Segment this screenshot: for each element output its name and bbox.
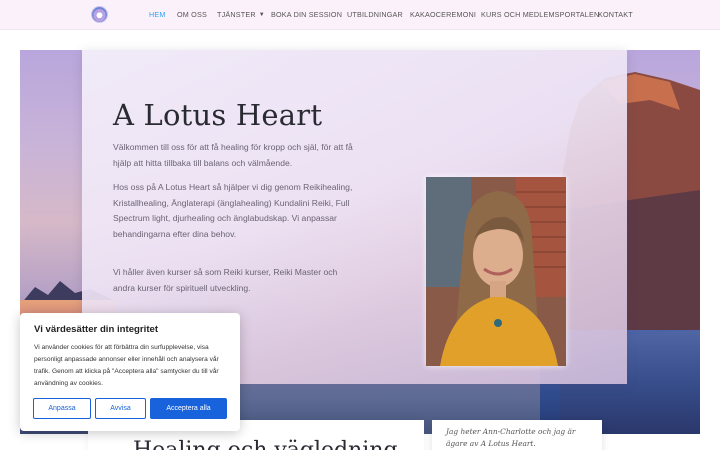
page-title: A Lotus Heart (113, 98, 323, 132)
nav-item-tjanster[interactable]: TJÄNSTER ▼ (217, 10, 265, 19)
intro-paragraph: Välkommen till oss för att få healing fö… (113, 142, 353, 168)
reject-button[interactable]: Avvisa (95, 398, 146, 419)
customize-button[interactable]: Anpassa (33, 398, 91, 419)
owner-photo (426, 177, 566, 366)
nav-item-om-oss[interactable]: OM OSS (177, 10, 207, 19)
nav-item-hem[interactable]: HEM (149, 10, 166, 19)
courses-paragraph: Vi håller även kurser så som Reiki kurse… (113, 267, 338, 293)
chevron-down-icon: ▼ (258, 12, 265, 18)
site-header: HEM OM OSS TJÄNSTER ▼ BOKA DIN SESSION UT… (0, 0, 720, 30)
next-section-heading: Healing och vägledning (133, 438, 398, 450)
cookie-consent-banner: Vi värdesätter din integritet Vi använde… (20, 313, 240, 431)
cookie-title: Vi värdesätter din integritet (34, 324, 159, 335)
services-paragraph: Hos oss på A Lotus Heart så hjälper vi d… (113, 182, 353, 239)
lotus-logo-icon[interactable] (92, 7, 107, 22)
photo-caption: Jag heter Ann-Charlotte och jag är ägare… (446, 427, 576, 448)
nav-item-kakaoceremoni[interactable]: KAKAOCEREMONI (410, 10, 476, 19)
cookie-text: Vi använder cookies för att förbättra di… (34, 344, 219, 387)
accept-all-button[interactable]: Acceptera alla (150, 398, 227, 419)
nav-item-boka[interactable]: BOKA DIN SESSION (271, 10, 342, 19)
nav-item-tjanster-label: TJÄNSTER (217, 10, 256, 19)
nav-item-utbildningar[interactable]: UTBILDNINGAR (347, 10, 403, 19)
nav-item-kurs-portal[interactable]: KURS OCH MEDLEMSPORTALEN (481, 10, 599, 19)
nav-item-kontakt[interactable]: KONTAKT (598, 10, 633, 19)
